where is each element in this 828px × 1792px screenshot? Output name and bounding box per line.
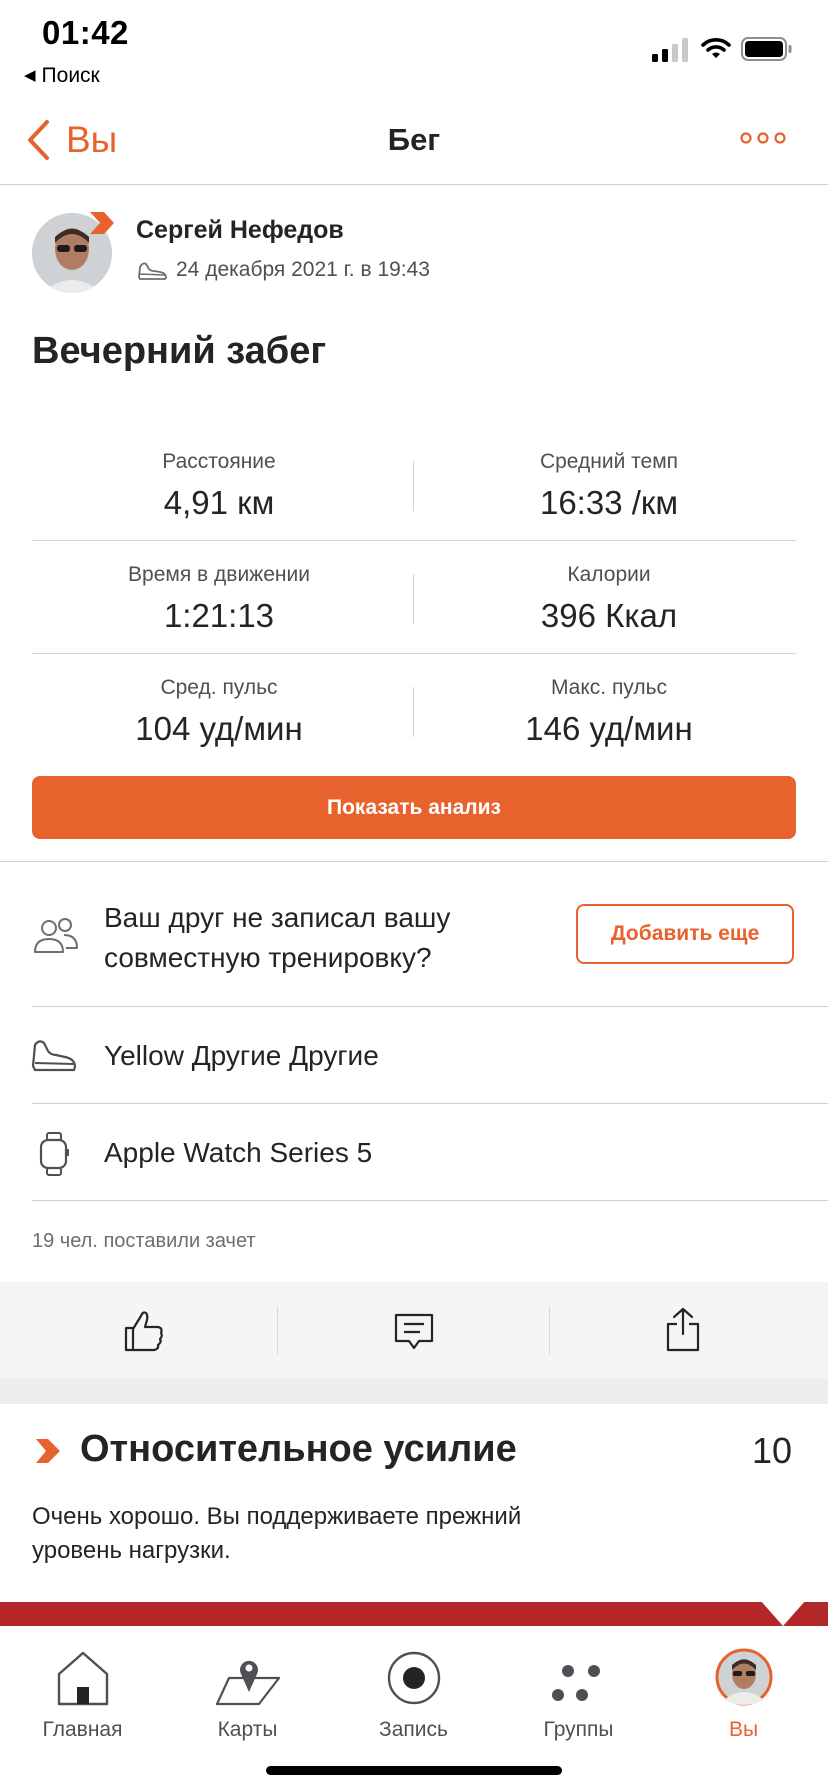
friend-prompt-text: Ваш друг не записал вашу совместную трен… (104, 902, 451, 973)
activity-title: Вечерний забег (32, 330, 327, 372)
gear-name[interactable]: Yellow Другие Другие (104, 1040, 379, 1072)
profile-avatar (715, 1648, 772, 1706)
stat-label: Калории (567, 563, 651, 586)
row-divider (32, 1006, 828, 1007)
tab-label: Главная (42, 1718, 123, 1741)
stat-value: 1:21:13 (163, 597, 275, 634)
home-indicator (266, 1766, 562, 1775)
tab-you[interactable]: Вы (661, 1626, 826, 1742)
stat-label: Средний темп (539, 450, 679, 473)
home-icon (57, 1651, 108, 1706)
relative-effort-title[interactable]: Относительное усилие (80, 1428, 517, 1471)
stat-label: Макс. пульс (550, 676, 668, 699)
stat-avg-heartrate: Сред. пульс 104 уд/мин (44, 676, 394, 748)
stat-row-divider (32, 540, 796, 541)
wifi-icon (701, 38, 731, 58)
effort-marker-notch (760, 1600, 806, 1626)
back-triangle-icon: ◀ (24, 67, 36, 84)
relative-effort-value: 10 (752, 1430, 793, 1471)
battery-icon (741, 37, 792, 61)
section-divider (0, 861, 828, 862)
shoe-icon (138, 262, 167, 280)
stat-label: Расстояние (162, 450, 276, 473)
stat-max-heartrate: Макс. пульс 146 уд/мин (434, 676, 784, 748)
map-icon (215, 1660, 280, 1706)
stat-value: 396 Ккал (540, 597, 678, 634)
tab-record[interactable]: Запись (331, 1626, 496, 1742)
page-title: Бег (387, 122, 441, 157)
tab-label: Запись (379, 1718, 448, 1741)
back-to-app-link[interactable]: ◀ Поиск (24, 64, 100, 88)
action-divider (549, 1306, 550, 1354)
stat-distance: Расстояние 4,91 км (44, 450, 394, 522)
back-to-app-label: Поиск (41, 64, 100, 87)
stat-label: Время в движении (128, 563, 310, 586)
relative-effort-description: Очень хорошо. Вы поддерживаете прежний у… (32, 1503, 522, 1564)
athlete-name[interactable]: Сергей Нефедов (136, 216, 344, 245)
stat-value: 104 уд/мин (135, 710, 303, 747)
kudos-count[interactable]: 19 чел. поставили зачет (32, 1230, 256, 1253)
stat-value: 4,91 км (163, 484, 275, 521)
comment-icon[interactable] (394, 1312, 434, 1352)
activity-datetime: 24 декабря 2021 г. в 19:43 (176, 258, 430, 281)
watch-icon (39, 1132, 69, 1176)
more-options-icon[interactable] (740, 128, 786, 148)
stat-divider (413, 687, 414, 737)
stat-value: 146 уд/мин (525, 710, 693, 747)
relative-effort-icon (36, 1439, 60, 1463)
groups-icon (551, 1665, 600, 1701)
stat-moving-time: Время в движении 1:21:13 (44, 563, 394, 635)
stat-label: Сред. пульс (160, 676, 278, 699)
row-divider (32, 1200, 828, 1201)
shoe-icon (31, 1040, 77, 1072)
show-analysis-button[interactable]: Показать анализ (32, 776, 796, 839)
cellular-signal-icon (652, 38, 688, 62)
tab-groups[interactable]: Группы (496, 1626, 661, 1742)
activity-date-row: 24 декабря 2021 г. в 19:43 (136, 258, 430, 282)
section-gap (0, 1378, 828, 1404)
device-name: Apple Watch Series 5 (104, 1137, 373, 1168)
stat-value: 16:33 /км (539, 484, 679, 521)
thumbs-up-icon[interactable] (122, 1308, 166, 1354)
friends-icon (34, 918, 78, 953)
tab-label: Вы (728, 1718, 759, 1741)
stat-calories: Калории 396 Ккал (434, 563, 784, 635)
tab-home[interactable]: Главная (0, 1626, 165, 1742)
add-others-button[interactable]: Добавить еще (576, 904, 794, 964)
stat-divider (413, 574, 414, 624)
stat-row-divider (32, 653, 796, 654)
subscriber-badge-icon (90, 212, 114, 234)
tab-label: Группы (543, 1718, 614, 1741)
nav-divider (0, 184, 828, 185)
tab-maps[interactable]: Карты (165, 1626, 330, 1742)
stat-avg-pace: Средний темп 16:33 /км (434, 450, 784, 522)
share-icon[interactable] (666, 1306, 700, 1352)
action-divider (277, 1306, 278, 1354)
relative-effort-bar (0, 1602, 828, 1626)
row-divider (32, 1103, 828, 1104)
status-time: 01:42 (42, 14, 129, 51)
record-icon (387, 1651, 440, 1705)
tab-label: Карты (217, 1718, 278, 1741)
stat-divider (413, 461, 414, 511)
